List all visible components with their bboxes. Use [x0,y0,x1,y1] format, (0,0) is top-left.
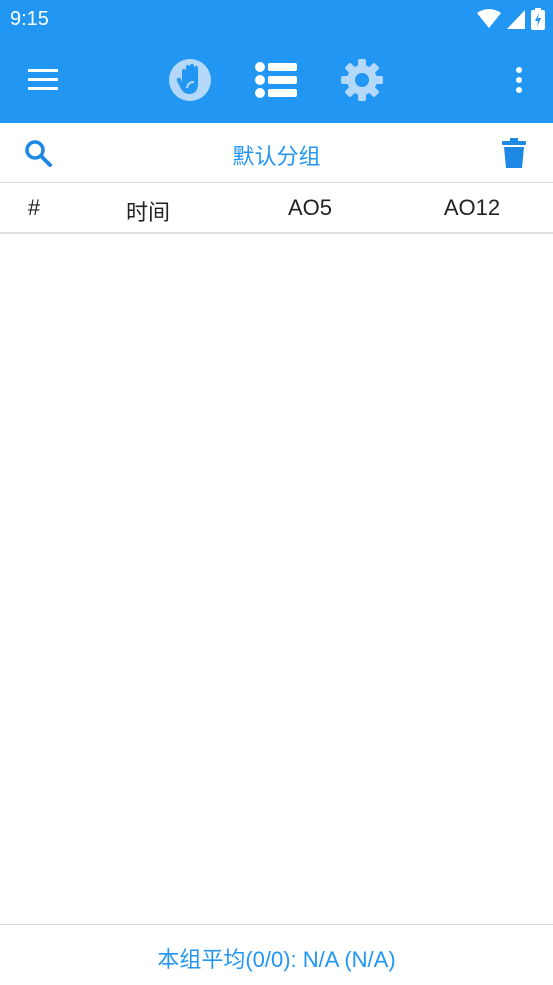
column-header-time: 时间 [125,200,170,225]
status-bar: 9:15 [0,0,553,38]
cell-signal-icon [507,10,525,29]
toolbar [0,38,553,123]
more-options-button[interactable] [500,56,538,104]
column-header-ao5: AO5 [287,195,333,220]
settings-gear-icon [341,59,383,101]
timer-hand-button[interactable] [165,55,215,105]
column-header-index: # [27,195,41,220]
wifi-icon [477,9,501,28]
column-header-ao12: AO12 [443,195,501,220]
hand-icon [169,59,211,101]
times-list[interactable] [0,234,553,924]
status-time: 9:15 [10,8,49,30]
list-button[interactable] [251,55,301,105]
status-icons [477,7,545,31]
battery-icon [531,8,545,30]
table-header: # 时间 AO5 AO12 [0,183,553,234]
footer-bar: 本组平均(0/0): N/A (N/A) [0,924,553,985]
menu-button[interactable] [18,56,68,104]
menu-icon [28,69,58,90]
group-bar: 默认分组 [0,123,553,183]
group-title[interactable]: 默认分组 [0,139,553,171]
list-icon [255,62,297,98]
app-bar: 9:15 [0,0,553,123]
trash-icon [502,138,526,168]
group-average-summary: 本组平均(0/0): N/A (N/A) [157,947,396,972]
more-vert-icon [516,67,522,93]
delete-button[interactable] [494,133,534,173]
settings-button[interactable] [337,55,387,105]
